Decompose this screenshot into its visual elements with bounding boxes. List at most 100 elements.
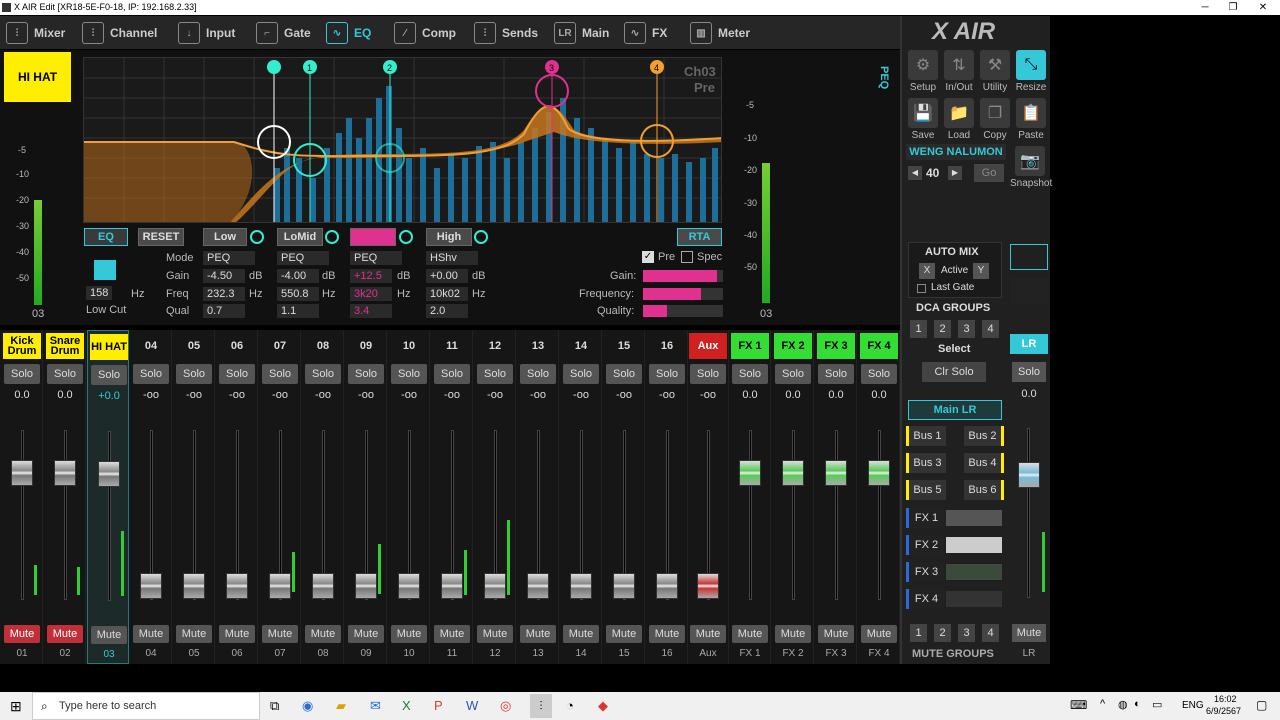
word-icon[interactable]: W <box>466 698 478 713</box>
tab-sends[interactable]: ⫶ Sends <box>474 18 538 48</box>
task-view-icon[interactable]: ⧉ <box>270 698 279 714</box>
xair-edit-icon[interactable]: ⫶ <box>530 694 552 718</box>
band-low-mode[interactable]: PEQ <box>203 251 255 265</box>
setup-button[interactable]: ⚙ Setup <box>906 50 940 93</box>
mute-group-2-button[interactable]: 2 <box>934 624 951 642</box>
band-low-freq[interactable]: 232.3 <box>203 287 245 301</box>
mute-group-1-button[interactable]: 1 <box>910 624 927 642</box>
folder-icon[interactable]: ▰ <box>336 698 346 714</box>
fader-knob[interactable] <box>613 573 635 599</box>
fader-knob[interactable] <box>570 573 592 599</box>
band-high-qual[interactable]: 2.0 <box>426 304 468 318</box>
fader-knob[interactable] <box>98 461 120 487</box>
mute-button[interactable]: Mute <box>775 625 811 643</box>
search-box[interactable]: ⌕ Type here to search <box>32 692 260 720</box>
solo-button[interactable]: Solo <box>477 364 513 384</box>
tab-mixer[interactable]: ⫶ Mixer <box>6 18 65 48</box>
lr-solo-button[interactable]: Solo <box>1012 362 1046 382</box>
band-high-button[interactable]: High <box>426 228 472 246</box>
fader-knob[interactable] <box>441 573 463 599</box>
solo-button[interactable]: Solo <box>133 364 169 384</box>
bus-3-button[interactable]: Bus 3 <box>906 453 946 473</box>
band-himid-freq[interactable]: 3k20 <box>350 287 392 301</box>
channel-name[interactable]: 13 <box>519 333 557 359</box>
mute-button[interactable]: Mute <box>348 625 384 643</box>
dca-4-button[interactable]: 4 <box>982 320 999 338</box>
minimize-icon[interactable]: ─ <box>1190 0 1220 15</box>
band-low-gain[interactable]: -4.50 <box>203 269 245 283</box>
channel-name[interactable]: Kick Drum <box>3 333 41 359</box>
mail-icon[interactable]: ✉ <box>370 698 381 714</box>
app-icon[interactable]: ◔ <box>566 698 574 713</box>
band-himid-gain[interactable]: +12.5 <box>350 269 392 283</box>
channel-name[interactable]: Snare Drum <box>46 333 84 359</box>
mute-button[interactable]: Mute <box>861 625 897 643</box>
lowcut-icon[interactable] <box>94 260 116 280</box>
fader-knob[interactable] <box>656 573 678 599</box>
solo-button[interactable]: Solo <box>47 364 83 384</box>
spec-checkbox[interactable] <box>681 251 693 263</box>
solo-button[interactable]: Solo <box>520 364 556 384</box>
bus-5-button[interactable]: Bus 5 <box>906 480 946 500</box>
solo-button[interactable]: Solo <box>690 364 726 384</box>
solo-button[interactable]: Solo <box>775 364 811 384</box>
band-lomid-mode[interactable]: PEQ <box>277 251 329 265</box>
tab-fx[interactable]: ∿ FX <box>624 18 667 48</box>
mute-button[interactable]: Mute <box>563 625 599 643</box>
channel-name[interactable]: Aux <box>689 333 727 359</box>
utility-button[interactable]: ⚒ Utility <box>978 50 1012 93</box>
power-icon[interactable] <box>325 230 339 244</box>
paste-button[interactable]: 📋 Paste <box>1014 98 1048 141</box>
keyboard-icon[interactable]: ⌨ <box>1070 698 1087 712</box>
fader-knob[interactable] <box>54 460 76 486</box>
band-lomid-button[interactable]: LoMid <box>277 228 323 246</box>
volume-icon[interactable]: ◐ <box>1134 698 1141 710</box>
channel-name[interactable]: 04 <box>132 333 170 359</box>
band-high-freq[interactable]: 10k02 <box>426 287 468 301</box>
excel-icon[interactable]: X <box>402 698 411 713</box>
app-icon[interactable]: ◆ <box>598 698 608 714</box>
dca-2-button[interactable]: 2 <box>934 320 951 338</box>
app-icon[interactable]: ◉ <box>302 698 313 714</box>
inout-button[interactable]: ⇅ In/Out <box>942 50 976 93</box>
fader-knob[interactable] <box>739 460 761 486</box>
chrome-icon[interactable]: ◎ <box>500 698 511 714</box>
tab-eq[interactable]: ∿ EQ <box>326 18 371 48</box>
band-low-button[interactable]: Low <box>203 228 247 246</box>
reset-button[interactable]: RESET <box>138 228 184 246</box>
fx-4-button[interactable]: FX 4 <box>906 589 944 609</box>
mute-button[interactable]: Mute <box>262 625 298 643</box>
solo-button[interactable]: Solo <box>176 364 212 384</box>
dca-3-button[interactable]: 3 <box>958 320 975 338</box>
channel-name[interactable]: HI HAT <box>90 334 128 360</box>
battery-icon[interactable]: ▭ <box>1152 698 1162 711</box>
fader-knob[interactable] <box>11 460 33 486</box>
band-himid-mode[interactable]: PEQ <box>350 251 402 265</box>
solo-button[interactable]: Solo <box>818 364 854 384</box>
main-lr-button[interactable]: Main LR <box>908 400 1002 420</box>
solo-button[interactable]: Solo <box>861 364 897 384</box>
power-icon[interactable] <box>399 230 413 244</box>
lastgate-checkbox[interactable] <box>917 284 926 293</box>
solo-button[interactable]: Solo <box>262 364 298 384</box>
mute-button[interactable]: Mute <box>133 625 169 643</box>
solo-button[interactable]: Solo <box>91 365 127 385</box>
solo-button[interactable]: Solo <box>649 364 685 384</box>
tab-input[interactable]: ↓ Input <box>178 18 235 48</box>
copy-button[interactable]: ❐ Copy <box>978 98 1012 141</box>
bus-2-button[interactable]: Bus 2 <box>964 426 1004 446</box>
channel-name[interactable]: 06 <box>218 333 256 359</box>
fader-knob[interactable] <box>825 460 847 486</box>
save-button[interactable]: 💾 Save <box>906 98 940 141</box>
bus-1-button[interactable]: Bus 1 <box>906 426 946 446</box>
fader-knob[interactable] <box>697 573 719 599</box>
solo-button[interactable]: Solo <box>4 364 40 384</box>
mute-button[interactable]: Mute <box>732 625 768 643</box>
mute-group-4-button[interactable]: 4 <box>982 624 999 642</box>
solo-button[interactable]: Solo <box>606 364 642 384</box>
band-high-gain[interactable]: +0.00 <box>426 269 468 283</box>
solo-button[interactable]: Solo <box>391 364 427 384</box>
snapshot-number[interactable]: 40 <box>926 166 939 180</box>
powerpoint-icon[interactable]: P <box>434 698 443 713</box>
resize-button[interactable]: ⤡ Resize <box>1014 50 1048 93</box>
